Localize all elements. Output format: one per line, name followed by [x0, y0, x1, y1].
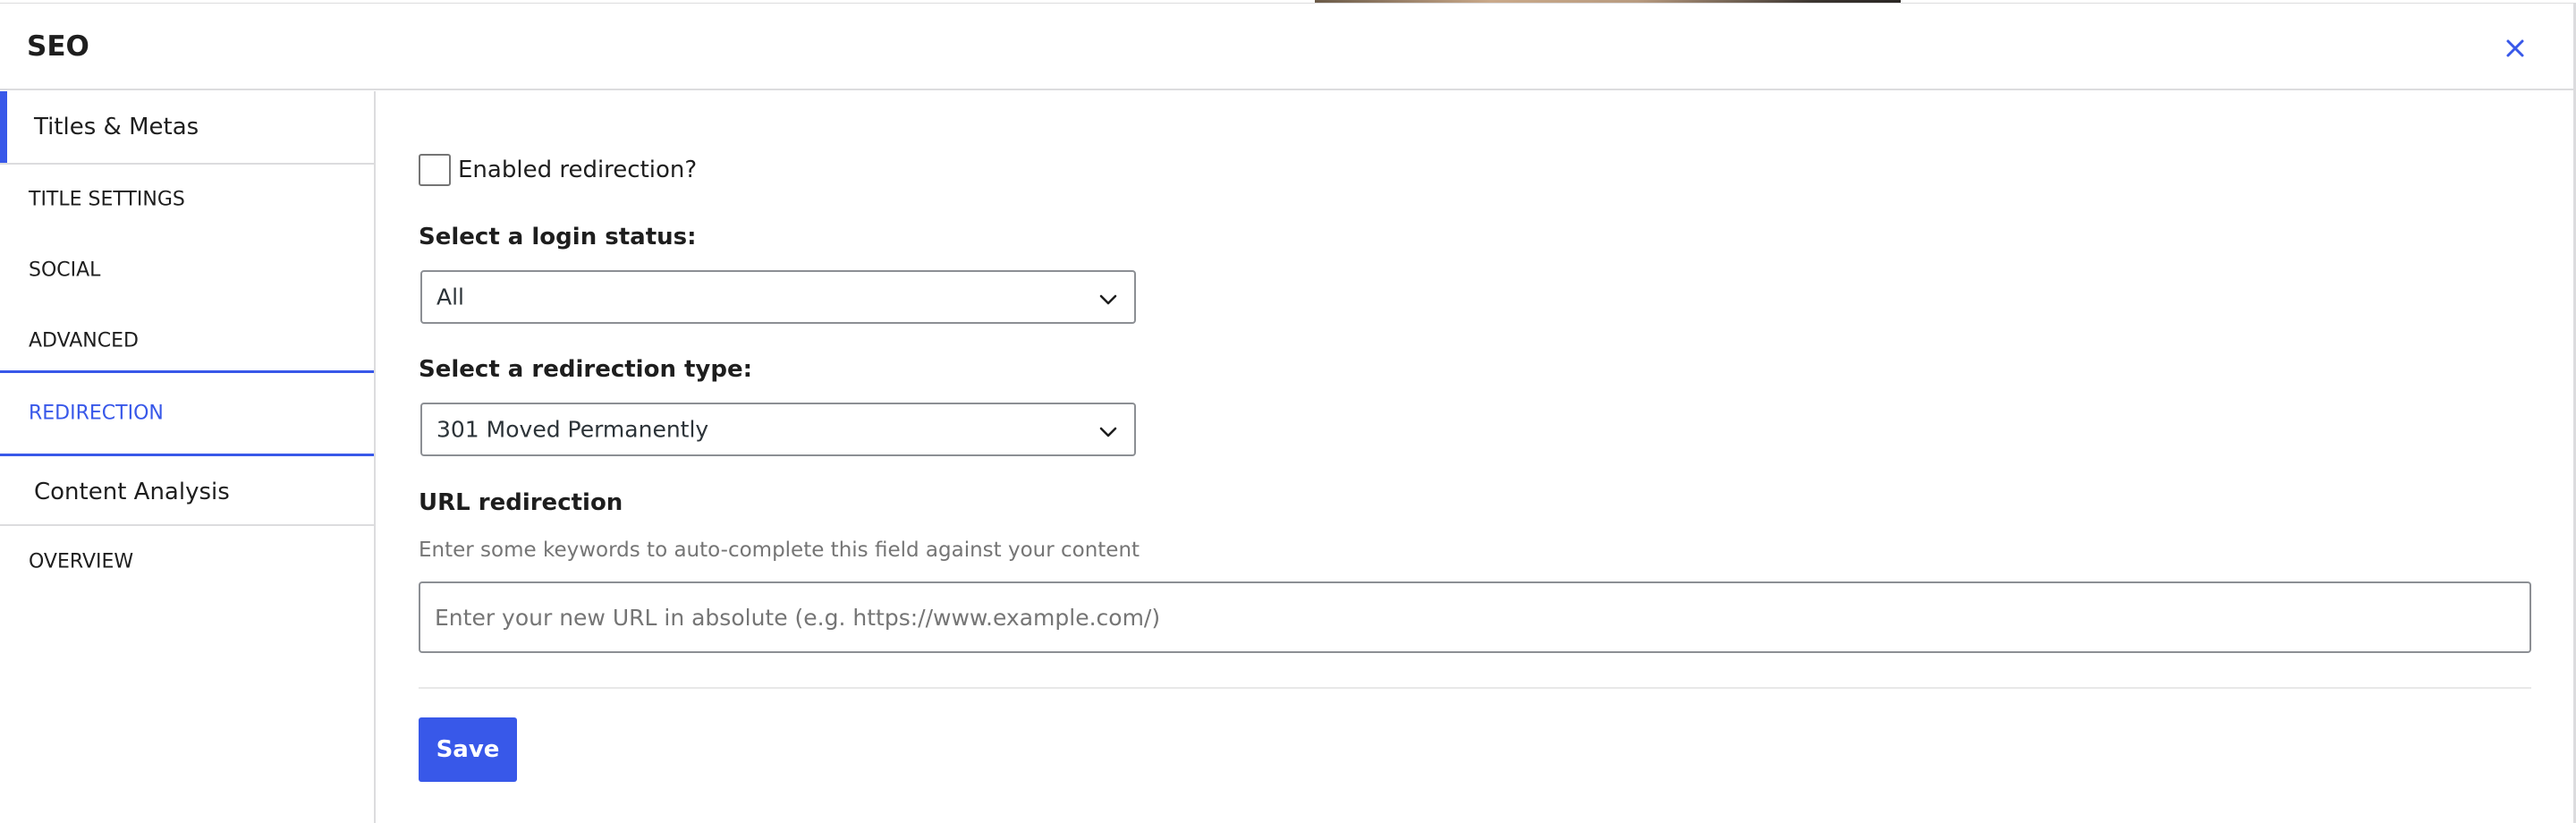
save-button[interactable]: Save — [419, 717, 517, 782]
modal-title: SEO — [27, 30, 89, 63]
sidebar-item-label: TITLE SETTINGS — [29, 188, 185, 211]
sidebar-item-title-settings[interactable]: TITLE SETTINGS — [0, 165, 374, 234]
form-divider — [419, 687, 2531, 689]
url-redirection-input[interactable] — [419, 581, 2531, 653]
redirection-type-label: Select a redirection type: — [419, 356, 753, 383]
login-status-label: Select a login status: — [419, 224, 697, 250]
enable-redirection-row: Enabled redirection? — [419, 153, 697, 187]
sidebar-group-content-analysis[interactable]: Content Analysis — [0, 456, 374, 528]
sidebar-item-overview[interactable]: OVERVIEW — [0, 526, 374, 598]
sidebar-item-redirection[interactable]: REDIRECTION — [0, 370, 374, 456]
redirection-type-select[interactable]: 301 Moved Permanently — [420, 403, 1136, 456]
redirection-panel: Enabled redirection? Select a login stat… — [377, 91, 2573, 823]
redirection-type-value: 301 Moved Permanently — [436, 416, 709, 443]
sidebar-item-advanced[interactable]: ADVANCED — [0, 306, 374, 376]
enable-redirection-label[interactable]: Enabled redirection? — [458, 157, 697, 183]
sidebar-group-titles-metas[interactable]: Titles & Metas — [0, 91, 374, 163]
sidebar-item-label: OVERVIEW — [29, 550, 134, 573]
sidebar-item-label: SOCIAL — [29, 259, 101, 282]
sidebar-item-social[interactable]: SOCIAL — [0, 234, 374, 306]
sidebar: Titles & Metas TITLE SETTINGS SOCIAL ADV… — [0, 91, 376, 823]
chevron-down-icon — [1099, 294, 1117, 305]
enable-redirection-checkbox[interactable] — [419, 154, 451, 186]
sidebar-group-label: Titles & Metas — [34, 114, 199, 140]
close-icon[interactable] — [2497, 30, 2533, 66]
sidebar-item-label: REDIRECTION — [29, 402, 164, 425]
url-redirection-help: Enter some keywords to auto-complete thi… — [419, 539, 1140, 562]
login-status-value: All — [436, 284, 464, 310]
sidebar-item-label: ADVANCED — [29, 329, 139, 352]
login-status-select[interactable]: All — [420, 270, 1136, 324]
url-redirection-label: URL redirection — [419, 489, 623, 516]
sidebar-group-label: Content Analysis — [34, 479, 230, 505]
modal-header: SEO — [0, 4, 2573, 90]
chevron-down-icon — [1099, 427, 1117, 437]
